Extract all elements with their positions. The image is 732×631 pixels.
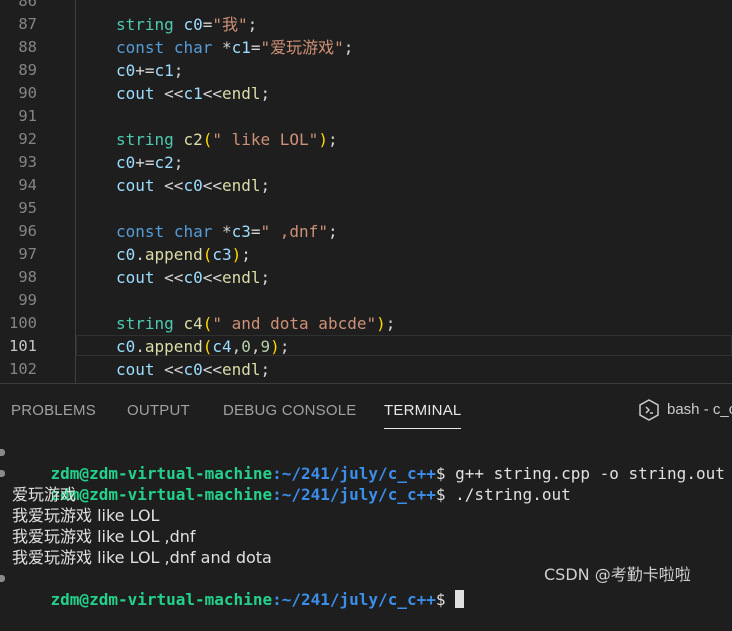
code-text: c0.append(c4,0,9); [116, 337, 290, 356]
code-text: cout <<c0<<endl; [116, 360, 271, 379]
code-line[interactable]: 102 cout <<c0<<endl; [0, 358, 732, 381]
code-text: c0+=c2; [116, 153, 184, 172]
terminal-bash-icon [639, 399, 659, 421]
code-line[interactable]: 98 cout <<c0<<endl; [0, 266, 732, 289]
code-editor[interactable]: 86 87 string c0="我"; 88 const char *c1="爱玩游戏… [0, 0, 732, 383]
terminal-line-cmd-1: zdm@zdm-virtual-machine:~/241/july/c_c++… [0, 442, 732, 483]
code-text: string c0="我"; [116, 15, 258, 34]
line-number: 102 [9, 360, 37, 378]
code-line[interactable]: 91 [0, 105, 732, 128]
terminal-cursor [455, 590, 465, 608]
tab-problems[interactable]: PROBLEMS [11, 402, 96, 419]
code-line[interactable]: 96 const char *c3=" ,dnf"; [0, 220, 732, 243]
prompt-path: :~/241/july/c_c++ [272, 590, 436, 609]
watermark: CSDN @考勤卡啦啦 [544, 565, 691, 584]
terminal-name: bash - c_c [667, 401, 732, 418]
panel-tabs: PROBLEMS OUTPUT DEBUG CONSOLE TERMINAL b… [0, 384, 732, 430]
terminal-line-prompt: zdm@zdm-virtual-machine:~/241/july/c_c++… [0, 568, 465, 609]
code-line[interactable]: 89 c0+=c1; [0, 59, 732, 82]
code-line[interactable]: 88 const char *c1="爱玩游戏"; [0, 36, 732, 59]
terminal[interactable]: zdm@zdm-virtual-machine:~/241/july/c_c++… [0, 430, 732, 609]
prompt-user-host: zdm@zdm-virtual-machine [50, 485, 273, 504]
command-decoration-icon [0, 575, 5, 582]
line-number: 96 [18, 222, 37, 240]
code-line[interactable]: 97 c0.append(c3); [0, 243, 732, 266]
line-number: 91 [18, 107, 37, 125]
command-text: ./string.out [455, 485, 571, 504]
terminal-output-line: 我爱玩游戏 like LOL ,dnf [12, 527, 196, 546]
line-number: 95 [18, 199, 37, 217]
line-number: 86 [18, 0, 37, 10]
code-line[interactable]: 101 c0.append(c4,0,9); [0, 335, 732, 358]
line-number: 97 [18, 245, 37, 263]
code-text: const char *c3=" ,dnf"; [116, 222, 338, 241]
terminal-output-line: 我爱玩游戏 like LOL ,dnf and dota [12, 548, 272, 567]
code-line[interactable]: 95 [0, 197, 732, 220]
code-line[interactable]: 94 cout <<c0<<endl; [0, 174, 732, 197]
code-line[interactable]: 90 cout <<c1<<endl; [0, 82, 732, 105]
line-number: 90 [18, 84, 37, 102]
code-text: c0+=c1; [116, 61, 184, 80]
code-line[interactable]: 86 [0, 0, 732, 13]
active-tab-indicator [384, 428, 461, 429]
code-text: c0.append(c3); [116, 245, 251, 264]
line-number: 101 [9, 337, 37, 355]
code-text: cout <<c0<<endl; [116, 176, 271, 195]
command-decoration-icon [0, 449, 5, 456]
code-text: cout <<c1<<endl; [116, 84, 271, 103]
code-text: const char *c1="爱玩游戏"; [116, 38, 354, 57]
prompt-user-host: zdm@zdm-virtual-machine [50, 590, 273, 609]
line-number: 92 [18, 130, 37, 148]
line-number: 100 [9, 314, 37, 332]
line-number: 89 [18, 61, 37, 79]
prompt-path: :~/241/july/c_c++ [272, 485, 436, 504]
tab-terminal[interactable]: TERMINAL [384, 402, 461, 419]
line-number: 88 [18, 38, 37, 56]
prompt-suffix: $ [435, 590, 456, 609]
code-text: string c2(" like LOL"); [116, 130, 338, 149]
terminal-output-line: 爱玩游戏 [12, 485, 77, 504]
code-line[interactable]: 100 string c4(" and dota abcde"); [0, 312, 732, 335]
line-number: 98 [18, 268, 37, 286]
code-line[interactable]: 93 c0+=c2; [0, 151, 732, 174]
code-line[interactable]: 92 string c2(" like LOL"); [0, 128, 732, 151]
terminal-line-cmd-2: zdm@zdm-virtual-machine:~/241/july/c_c++… [0, 463, 732, 504]
line-number: 94 [18, 176, 37, 194]
line-number: 87 [18, 15, 37, 33]
line-number: 93 [18, 153, 37, 171]
line-number: 99 [18, 291, 37, 309]
code-text: string c4(" and dota abcde"); [116, 314, 396, 333]
terminal-output-line: 我爱玩游戏 like LOL [12, 506, 160, 525]
code-line[interactable]: 87 string c0="我"; [0, 13, 732, 36]
tab-debug-console[interactable]: DEBUG CONSOLE [223, 402, 356, 419]
code-line[interactable]: 99 [0, 289, 732, 312]
prompt-suffix: $ [435, 485, 456, 504]
tab-output[interactable]: OUTPUT [127, 402, 190, 419]
command-decoration-icon [0, 470, 5, 477]
code-text: cout <<c0<<endl; [116, 268, 271, 287]
